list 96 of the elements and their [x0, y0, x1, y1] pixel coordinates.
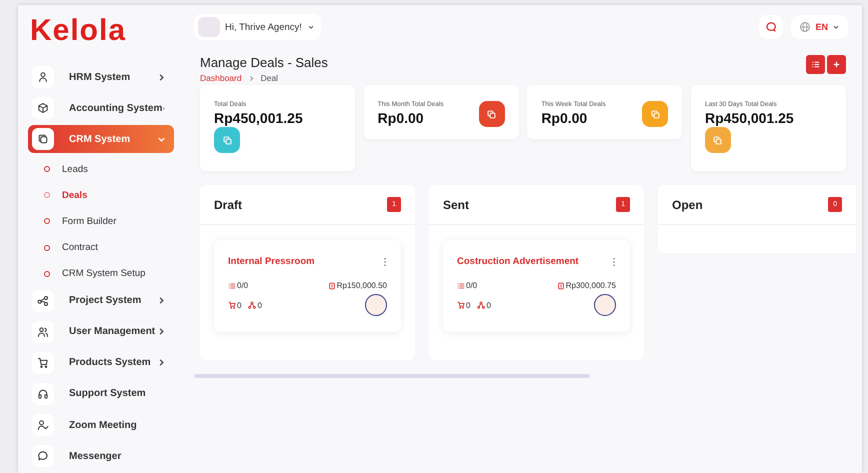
deal-card[interactable]: Costruction Advertisement 0/0 Rp300,000.75 0 0 [443, 240, 630, 332]
submenu-item[interactable]: Form Builder [28, 208, 174, 235]
cart-icon [457, 301, 465, 309]
sidebar-item[interactable]: HRM System [28, 63, 174, 92]
deal-title[interactable]: Costruction Advertisement [457, 256, 579, 267]
globe-icon [799, 21, 812, 33]
share-icon [477, 301, 486, 309]
copy-icon [222, 134, 232, 146]
stage-title: Draft [214, 198, 242, 212]
user-icon [37, 71, 49, 84]
sidebar-item[interactable]: User Management [28, 318, 174, 346]
headset-icon [37, 388, 49, 400]
deal-price: Rp300,000.75 [566, 281, 616, 290]
sidebar-item[interactable]: CRM System [28, 125, 174, 154]
user-menu[interactable]: Hi, Thrive Agency! [194, 14, 321, 40]
more-icon[interactable] [383, 256, 387, 266]
bullet-icon [44, 270, 50, 277]
stat-value: Rp450,001.25 [214, 110, 303, 126]
sidebar-item-label: User Management [69, 326, 156, 338]
share-icon [248, 301, 256, 309]
bullet-icon [44, 218, 50, 224]
breadcrumb-link[interactable]: Dashboard [200, 73, 242, 83]
box-icon [37, 102, 49, 114]
cart-icon [228, 301, 236, 309]
language-label: EN [815, 22, 828, 32]
sidebar-item[interactable]: Accounting System [28, 94, 174, 122]
product-count: 0 [466, 300, 470, 310]
submenu-label: Form Builder [62, 216, 116, 227]
submenu-item[interactable]: Contract [28, 234, 174, 261]
copy-icon [37, 133, 49, 146]
avatar-placeholder [198, 17, 220, 37]
task-count: 0/0 [466, 281, 478, 290]
task-count: 0/0 [237, 281, 248, 290]
avatar-placeholder [594, 294, 616, 316]
sidebar-item[interactable]: Project System [28, 286, 174, 315]
sidebar-item[interactable]: Products System [28, 348, 174, 377]
product-count: 0 [237, 300, 242, 310]
stat-value: Rp0.00 [378, 110, 425, 126]
copy-icon [650, 108, 661, 120]
list-icon [811, 60, 820, 69]
sidebar-item-label: Products System [69, 357, 152, 368]
deal-price: Rp150,000.50 [336, 281, 387, 290]
bullet-icon [44, 166, 50, 172]
source-count: 0 [486, 300, 491, 310]
sidebar-item-label: Support System [69, 388, 147, 400]
submenu-item[interactable]: CRM System Setup [28, 260, 174, 287]
deal-title[interactable]: Internal Pressroom [228, 256, 315, 267]
submenu-item[interactable]: Leads [28, 156, 174, 182]
users-icon [37, 326, 49, 338]
sidebar-item-label: Accounting System [69, 102, 162, 114]
deal-card[interactable]: Internal Pressroom 0/0 Rp150,000.50 0 0 [214, 240, 401, 332]
stat-value: Rp450,001.25 [704, 110, 794, 126]
logo[interactable]: Kelola [30, 13, 126, 49]
chat-icon [37, 450, 49, 462]
avatar-placeholder [365, 294, 387, 316]
stage-title: Open [672, 198, 703, 212]
greeting-text: Hi, Thrive Agency! [225, 22, 302, 32]
list-icon [228, 282, 236, 290]
usercheck-icon [37, 419, 49, 432]
source-count: 0 [257, 300, 262, 310]
submenu-label: Contract [62, 242, 98, 254]
submenu-label: Deals [62, 190, 88, 201]
page-title: Manage Deals - Sales [200, 55, 328, 70]
sidebar-item-label: CRM System [69, 134, 132, 145]
share-icon [37, 294, 49, 307]
document-icon [556, 282, 565, 290]
sidebar-item-label: Zoom Meeting [69, 420, 138, 431]
submenu-label: CRM System Setup [62, 268, 146, 280]
plus-icon [832, 60, 841, 69]
document-icon [328, 282, 336, 290]
caret-icon [832, 23, 840, 31]
stage-title: Sent [443, 198, 470, 212]
chat-icon [765, 21, 778, 33]
sidebar-item[interactable]: Support System [28, 380, 174, 408]
sidebar-item-label: Messenger [69, 450, 122, 462]
submenu-label: Leads [62, 164, 88, 175]
list-view-button[interactable] [806, 55, 825, 74]
copy-icon [486, 108, 498, 120]
stat-value: Rp0.00 [541, 110, 588, 126]
sidebar-item-label: Project System [69, 295, 142, 306]
add-button[interactable] [827, 55, 846, 74]
chat-button[interactable] [759, 15, 784, 39]
more-icon[interactable] [612, 256, 616, 266]
chevron-icon [248, 74, 255, 82]
breadcrumb-current: Deal [260, 73, 278, 83]
sidebar-item[interactable]: Messenger [28, 442, 174, 470]
sidebar-item-label: HRM System [69, 72, 132, 83]
list-icon [457, 282, 465, 290]
caret-icon [306, 23, 315, 31]
cart-icon [37, 356, 49, 369]
copy-icon [712, 134, 724, 146]
sidebar-item[interactable]: Zoom Meeting [28, 411, 174, 440]
submenu-item[interactable]: Deals [28, 182, 174, 208]
bullet-icon [44, 244, 50, 251]
bullet-icon [44, 192, 50, 198]
language-button[interactable]: EN [791, 15, 848, 39]
